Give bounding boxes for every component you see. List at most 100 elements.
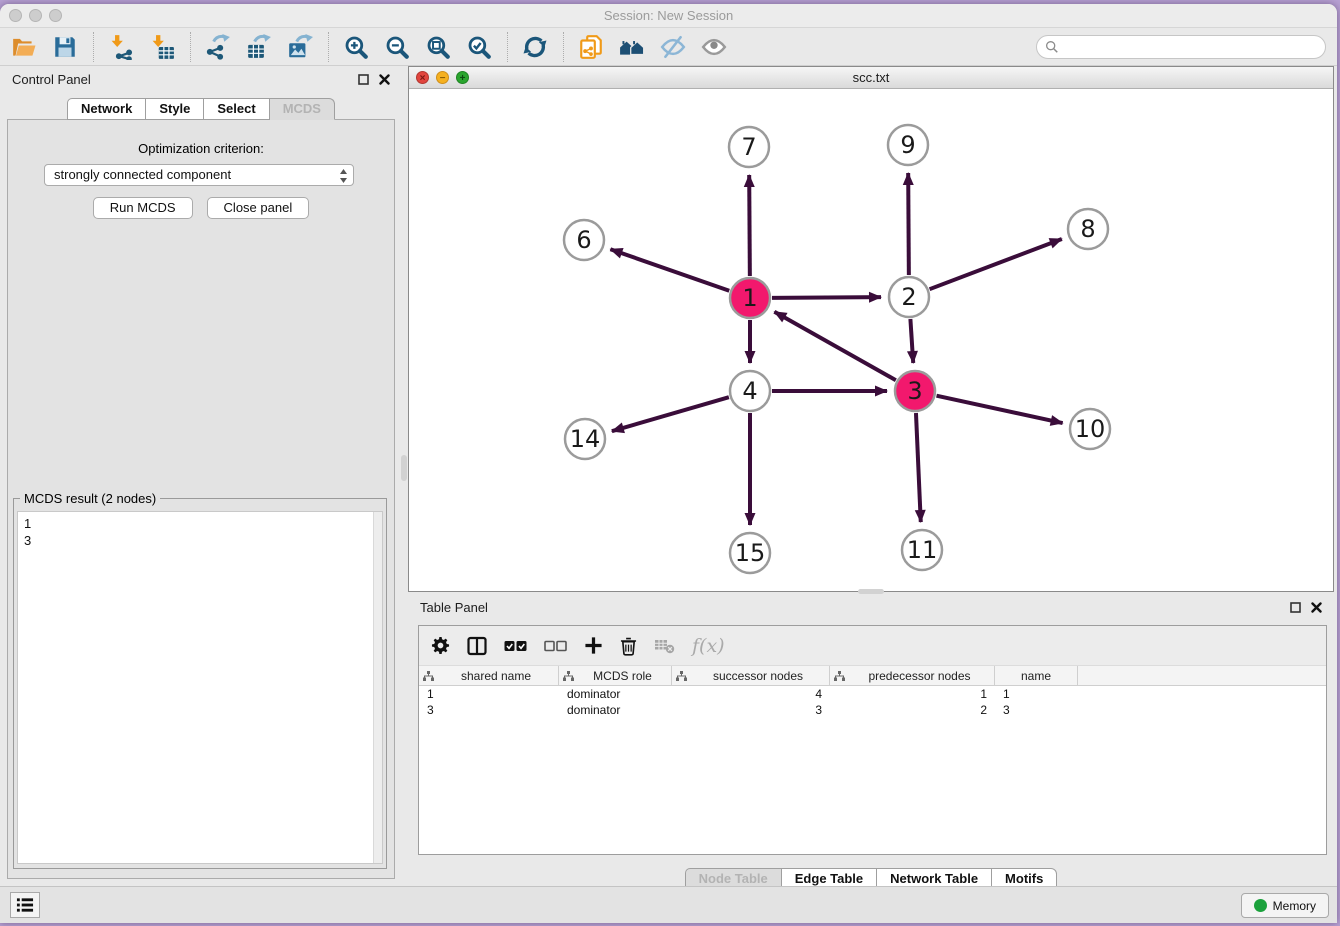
close-window-button[interactable] [9,9,22,22]
create-column-button[interactable] [584,636,603,655]
hide-eye-button[interactable] [659,33,687,61]
vertical-splitter-handle[interactable] [401,455,407,481]
table-cell[interactable]: 3 [419,702,559,718]
tab-style[interactable]: Style [146,98,204,120]
close-panel-icon[interactable] [1311,602,1322,613]
graph-edge-1-2[interactable] [772,297,881,298]
task-history-button[interactable] [10,892,40,918]
graph-node-3[interactable]: 3 [895,371,935,411]
graph-edge-2-9[interactable] [908,173,909,275]
float-panel-icon[interactable] [1290,602,1301,613]
search-input[interactable] [1064,40,1317,55]
network-canvas[interactable]: 7 9 6 8 1 2 4 3 14 10 15 11 [409,89,1333,591]
memory-button[interactable]: Memory [1241,893,1329,918]
open-session-button[interactable] [10,33,38,61]
table-cell[interactable]: 2 [830,702,995,718]
graph-node-14[interactable]: 14 [565,419,605,459]
toolbar-separator [93,32,94,62]
graph-node-1[interactable]: 1 [730,278,770,318]
tab-network[interactable]: Network [67,98,146,120]
graph-node-2[interactable]: 2 [889,277,929,317]
column-header-predecessor-nodes[interactable]: predecessor nodes [830,666,995,685]
column-header-successor-nodes[interactable]: successor nodes [672,666,830,685]
show-eye-button[interactable] [700,33,728,61]
graph-node-label: 1 [742,284,757,312]
float-panel-icon[interactable] [358,74,369,85]
close-panel-icon[interactable] [379,74,390,85]
graph-node-label: 3 [907,377,922,405]
table-cell[interactable]: 1 [830,686,995,702]
graph-edge-3-1[interactable] [774,312,895,380]
main-toolbar [0,29,1337,66]
save-session-button[interactable] [51,33,79,61]
column-header-shared-name[interactable]: shared name [419,666,559,685]
graph-edge-1-6[interactable] [610,249,729,291]
network-maximize-button[interactable]: + [456,71,469,84]
result-scrollbar[interactable] [373,512,382,863]
table-cell[interactable]: 1 [995,686,1078,702]
show-column-panel-button[interactable] [467,636,487,656]
function-builder-button[interactable]: f(x) [692,635,725,657]
deselect-all-columns-button[interactable] [544,638,567,653]
graph-node-11[interactable]: 11 [902,530,942,570]
graph-node-8[interactable]: 8 [1068,209,1108,249]
graph-edge-1-7[interactable] [749,175,750,276]
criterion-dropdown[interactable]: strongly connected component [44,164,354,186]
zoom-out-button[interactable] [383,33,411,61]
gear-icon [431,636,450,655]
graph-node-10[interactable]: 10 [1070,409,1110,449]
home-button[interactable] [618,33,646,61]
network-minimize-button[interactable]: − [436,71,449,84]
table-cell[interactable]: dominator [559,686,672,702]
tab-mcds[interactable]: MCDS [270,98,335,120]
delete-table-button[interactable] [654,637,675,654]
graph-node-7[interactable]: 7 [729,127,769,167]
table-toolbar: f(x) [419,626,1326,666]
column-header-MCDS-role[interactable]: MCDS role [559,666,672,685]
zoom-selected-button[interactable] [465,33,493,61]
zoom-in-button[interactable] [342,33,370,61]
table-row[interactable]: 3dominator323 [419,702,1326,718]
trash-icon [620,636,637,656]
tab-select[interactable]: Select [204,98,269,120]
export-table-button[interactable] [245,33,273,61]
network-window-titlebar[interactable]: × − + scc.txt [409,67,1333,89]
graph-edge-2-8[interactable] [930,239,1062,289]
apply-layout-button[interactable] [521,33,549,61]
graph-edge-3-11[interactable] [916,413,921,522]
column-header-name[interactable]: name [995,666,1078,685]
network-clone-button[interactable] [577,33,605,61]
table-cell[interactable]: 3 [672,702,830,718]
graph-node-15[interactable]: 15 [730,533,770,573]
save-icon [52,34,78,60]
table-settings-button[interactable] [431,636,450,655]
import-network-button[interactable] [107,33,135,61]
import-table-button[interactable] [148,33,176,61]
network-close-button[interactable]: × [416,71,429,84]
graph-edge-2-3[interactable] [910,319,913,363]
graph-node-label: 7 [741,133,756,161]
table-row[interactable]: 1dominator411 [419,686,1326,702]
table-cell[interactable]: dominator [559,702,672,718]
table-cell[interactable]: 4 [672,686,830,702]
search-box[interactable] [1036,35,1326,59]
import-table-icon [149,34,175,60]
delete-column-button[interactable] [620,636,637,656]
select-all-columns-button[interactable] [504,638,527,653]
table-cell[interactable]: 1 [419,686,559,702]
graph-node-6[interactable]: 6 [564,220,604,260]
zoom-fit-button[interactable] [424,33,452,61]
graph-edge-4-14[interactable] [612,397,729,431]
maximize-window-button[interactable] [49,9,62,22]
table-cell[interactable]: 3 [995,702,1078,718]
graph-node-label: 15 [735,539,766,567]
minimize-window-button[interactable] [29,9,42,22]
graph-edge-3-10[interactable] [936,396,1062,423]
export-network-button[interactable] [204,33,232,61]
run-mcds-button[interactable]: Run MCDS [93,197,193,219]
graph-node-4[interactable]: 4 [730,371,770,411]
graph-node-9[interactable]: 9 [888,125,928,165]
close-panel-button[interactable]: Close panel [207,197,310,219]
export-image-button[interactable] [286,33,314,61]
network-canvas-svg[interactable]: 7 9 6 8 1 2 4 3 14 10 15 11 [409,89,1333,592]
